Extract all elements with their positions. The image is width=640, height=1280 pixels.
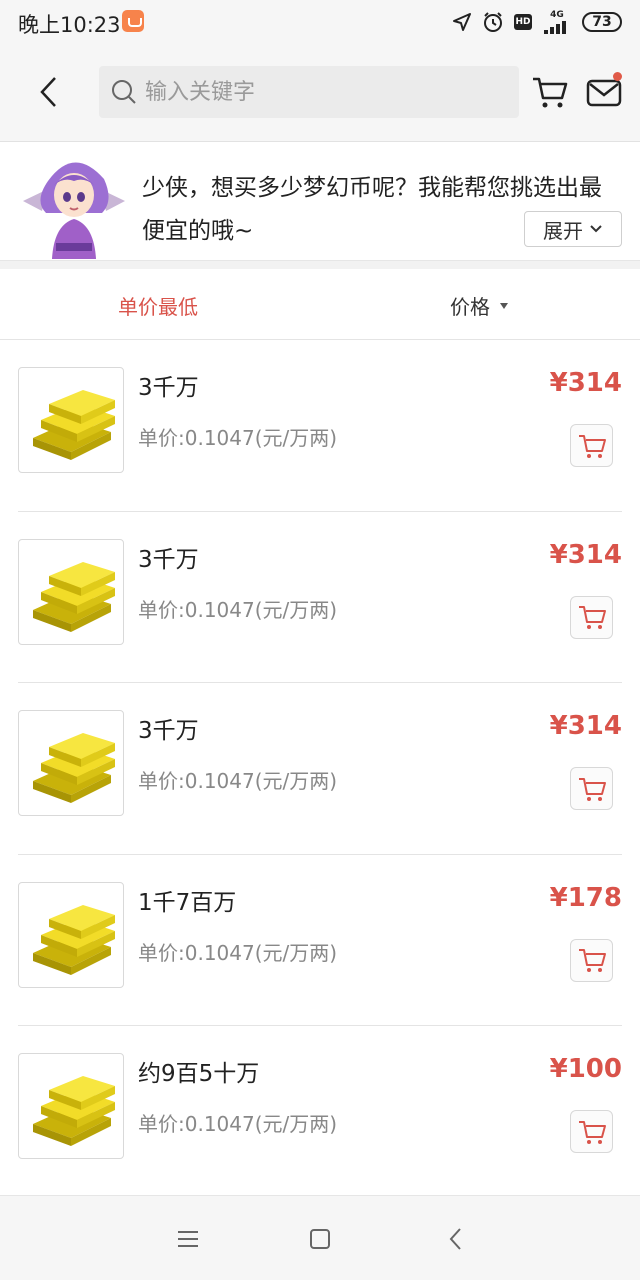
- gold-bars-image: [18, 710, 124, 816]
- add-to-cart-button[interactable]: [570, 938, 613, 982]
- sort-bar: 单价最低 价格: [0, 269, 640, 340]
- cart-icon: [577, 432, 607, 460]
- product-item[interactable]: 约9百5十万单价:0.1047(元/万两) ¥100: [18, 1026, 622, 1198]
- assistant-banner: 少侠，想买多少梦幻币呢？我能帮您挑选出最便宜的哦~ 展开: [0, 143, 640, 261]
- product-item[interactable]: 3千万单价:0.1047(元/万两) ¥314: [18, 512, 622, 683]
- status-icons: HD 4G 73: [452, 8, 622, 36]
- cart-icon: [577, 1118, 607, 1146]
- product-unit-price: 单价:0.1047(元/万两): [138, 597, 338, 622]
- product-title: 约9百5十万: [138, 1061, 260, 1087]
- shopping-cart-icon: [533, 77, 568, 108]
- chevron-down-icon: [590, 225, 602, 233]
- product-price: ¥178: [549, 882, 622, 913]
- chevron-left-icon: [449, 1228, 461, 1250]
- search-icon: [112, 80, 136, 104]
- product-item[interactable]: 1千7百万单价:0.1047(元/万两) ¥178: [18, 855, 622, 1026]
- home-square-icon: [310, 1229, 330, 1249]
- message-button[interactable]: [584, 72, 624, 112]
- add-to-cart-button[interactable]: [570, 424, 613, 467]
- product-title: 3千万: [138, 546, 199, 573]
- home-nav-button[interactable]: [305, 1224, 335, 1254]
- sort-price[interactable]: 价格: [450, 291, 508, 320]
- sort-unit-price-lowest[interactable]: 单价最低: [118, 291, 198, 320]
- status-bar: 晚上10:23 HD 4G 73: [0, 0, 640, 44]
- product-title: 3千万: [138, 375, 199, 401]
- shopping-app-notification-icon: [122, 10, 144, 32]
- sort-price-label: 价格: [450, 295, 490, 319]
- assistant-avatar: [18, 151, 130, 259]
- product-price: ¥314: [549, 539, 622, 570]
- cart-icon: [577, 775, 607, 803]
- status-time: 晚上10:23: [18, 13, 121, 37]
- back-button[interactable]: [30, 70, 66, 114]
- product-item[interactable]: 3千万单价:0.1047(元/万两) ¥314: [18, 683, 622, 855]
- chevron-left-icon: [40, 77, 56, 107]
- gold-bars-image: [18, 1053, 124, 1159]
- gold-bars-image: [18, 538, 124, 645]
- cart-icon: [577, 946, 607, 974]
- gold-bars-image: [18, 881, 124, 988]
- expand-label: 展开: [543, 218, 583, 243]
- location-arrow-icon: [453, 13, 471, 31]
- alarm-clock-icon: [484, 12, 502, 32]
- back-nav-button[interactable]: [440, 1224, 470, 1254]
- unread-dot: [613, 72, 622, 81]
- add-to-cart-button[interactable]: [570, 1110, 613, 1153]
- add-to-cart-button[interactable]: [570, 767, 613, 810]
- menu-icon: [178, 1231, 198, 1247]
- sort-caret-icon: [500, 302, 508, 309]
- product-title: 1千7百万: [138, 889, 237, 916]
- product-unit-price: 单价:0.1047(元/万两): [138, 940, 338, 965]
- add-to-cart-button[interactable]: [570, 595, 613, 639]
- product-unit-price: 单价:0.1047(元/万两): [138, 1112, 338, 1136]
- expand-button[interactable]: 展开: [524, 211, 622, 247]
- menu-nav-button[interactable]: [173, 1224, 203, 1254]
- system-nav-bar: [0, 1195, 640, 1280]
- hd-icon: HD: [514, 14, 532, 30]
- product-unit-price: 单价:0.1047(元/万两): [138, 426, 338, 450]
- product-price: ¥314: [549, 711, 622, 741]
- product-item[interactable]: 3千万单价:0.1047(元/万两) ¥314: [18, 340, 622, 512]
- product-price: ¥100: [549, 1054, 622, 1084]
- search-bar[interactable]: [99, 66, 519, 118]
- product-unit-price: 单价:0.1047(元/万两): [138, 769, 338, 793]
- product-price: ¥314: [549, 368, 622, 398]
- signal-icon: 4G: [542, 10, 572, 34]
- product-title: 3千万: [138, 718, 199, 744]
- cart-icon: [577, 603, 607, 631]
- product-list: 3千万 单价:0.1047(元/万两) ¥314 3千万 单价:0.1047(元/万两)…: [0, 340, 640, 1198]
- shopping-cart-button[interactable]: [530, 72, 570, 112]
- section-divider: [0, 261, 640, 269]
- battery-indicator: 73: [582, 12, 622, 32]
- gold-bars-image: [18, 367, 124, 473]
- search-input[interactable]: [145, 79, 485, 105]
- top-header: [0, 44, 640, 142]
